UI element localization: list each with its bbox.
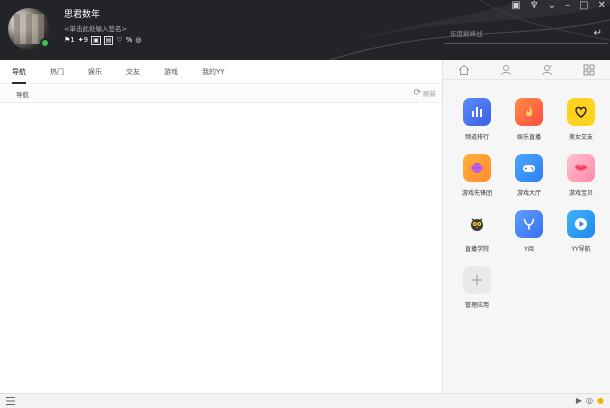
app-label: 频道排行 <box>464 134 489 141</box>
planet-icon <box>463 154 491 182</box>
skin-icon[interactable]: ▣ <box>511 0 520 12</box>
app-label: 游戏宝贝 <box>568 190 593 197</box>
refresh-icon: ⟳ <box>413 88 421 98</box>
tab-entertainment[interactable]: 娱乐 <box>76 60 114 83</box>
close-button[interactable]: ✕ <box>598 0 606 12</box>
app-manage-apps[interactable]: 管理应用 <box>451 266 503 314</box>
status-bar: ▶ ◎ ● <box>0 393 610 408</box>
home-icon <box>458 64 470 75</box>
app-game-pioneer[interactable]: 游戏先锋团 <box>451 154 503 202</box>
app-game-hall[interactable]: 游戏大厅 <box>503 154 555 202</box>
user-badges: ⚑1 ✦9 ▣ ▤ ♡ % ◎ <box>64 36 141 45</box>
search-input[interactable] <box>444 26 584 42</box>
apps-tab[interactable] <box>568 60 610 79</box>
right-panel-tabs <box>443 60 610 80</box>
groups-tab[interactable] <box>527 60 569 79</box>
breadcrumb: 导航 <box>16 91 29 99</box>
target-badge-icon[interactable]: ◎ <box>135 36 141 45</box>
title-bar: 思君数年 <单击此处输入签名> ⚑1 ✦9 ▣ ▤ ♡ % ◎ ▣ ♆ ⌄ – … <box>0 0 610 60</box>
apps-grid-icon <box>583 64 595 75</box>
main-content <box>0 103 442 393</box>
vip-badge-icon[interactable]: ✦9 <box>78 36 88 45</box>
app-label: 美女交友 <box>568 134 593 141</box>
app-yy-navigation[interactable]: YY导航 <box>555 210 607 258</box>
main-menu-icon[interactable] <box>6 397 15 405</box>
tab-hot[interactable]: 热门 <box>38 60 76 83</box>
level-badge-icon[interactable]: ⚑1 <box>64 36 75 45</box>
app-channel-ranking[interactable]: 频道排行 <box>451 98 503 146</box>
app-label: 娱乐直播 <box>516 134 541 141</box>
app-label: 游戏大厅 <box>516 190 541 197</box>
flame-icon <box>515 98 543 126</box>
group-icon <box>542 64 553 75</box>
tab-my-yy[interactable]: 我的YY <box>190 60 237 83</box>
right-panel: 频道排行 娱乐直播 美女交友 游戏先锋团 游戏大厅 游戏宝贝 直播学院 Y阅 Y… <box>442 60 610 393</box>
contacts-tab[interactable] <box>485 60 527 79</box>
search-box: ↵ <box>444 26 608 44</box>
play-icon <box>567 210 595 238</box>
lips-icon <box>567 154 595 182</box>
tab-games[interactable]: 游戏 <box>152 60 190 83</box>
status-icons: ▶ ◎ ● <box>576 396 604 405</box>
app-grid: 频道排行 娱乐直播 美女交友 游戏先锋团 游戏大厅 游戏宝贝 直播学院 Y阅 Y… <box>443 80 610 314</box>
card-badge-icon[interactable]: ▣ <box>91 36 101 45</box>
y-logo-icon <box>515 210 543 238</box>
app-entertainment-live[interactable]: 娱乐直播 <box>503 98 555 146</box>
minimize-button[interactable]: – <box>565 0 570 12</box>
refresh-label: 刷新 <box>423 90 436 98</box>
home-tab[interactable] <box>443 60 485 79</box>
sub-toolbar: 导航 ⟳ 刷新 <box>0 85 442 103</box>
percent-badge-icon[interactable]: % <box>126 36 133 45</box>
bar-chart-icon <box>463 98 491 126</box>
enter-icon[interactable]: ↵ <box>594 28 602 39</box>
app-label: 游戏先锋团 <box>461 190 492 197</box>
user-signature[interactable]: <单击此处输入签名> <box>64 23 127 33</box>
app-live-academy[interactable]: 直播学院 <box>451 210 503 258</box>
app-game-baby[interactable]: 游戏宝贝 <box>555 154 607 202</box>
yy-status-icon[interactable]: ● <box>597 396 604 405</box>
refresh-button[interactable]: ⟳ 刷新 <box>413 88 436 98</box>
video-icon[interactable]: ▶ <box>576 396 582 405</box>
online-status-icon[interactable] <box>40 38 50 48</box>
user-nickname[interactable]: 思君数年 <box>64 7 100 20</box>
heart-icon <box>567 98 595 126</box>
tab-dating[interactable]: 交友 <box>114 60 152 83</box>
maximize-button[interactable]: □ <box>579 0 588 12</box>
tab-nav[interactable]: 导航 <box>0 60 38 84</box>
settings-icon[interactable]: ◎ <box>586 396 593 405</box>
menu-dropdown-icon[interactable]: ⌄ <box>548 0 556 12</box>
book-badge-icon[interactable]: ▤ <box>103 36 114 45</box>
trophy-icon[interactable]: ♆ <box>530 0 539 12</box>
app-label: YY导航 <box>571 246 591 253</box>
gamepad-icon <box>515 154 543 182</box>
app-y-read[interactable]: Y阅 <box>503 210 555 258</box>
app-label: Y阅 <box>524 246 534 253</box>
contact-icon <box>500 64 511 75</box>
app-label: 直播学院 <box>464 246 489 253</box>
heart-badge-icon[interactable]: ♡ <box>116 36 122 45</box>
plus-icon <box>463 266 491 294</box>
window-controls: ▣ ♆ ⌄ – □ ✕ <box>511 0 606 12</box>
app-beauty-dating[interactable]: 美女交友 <box>555 98 607 146</box>
owl-icon <box>463 210 491 238</box>
nav-tabs: 导航 热门 娱乐 交友 游戏 我的YY <box>0 60 442 84</box>
app-label: 管理应用 <box>464 302 489 309</box>
